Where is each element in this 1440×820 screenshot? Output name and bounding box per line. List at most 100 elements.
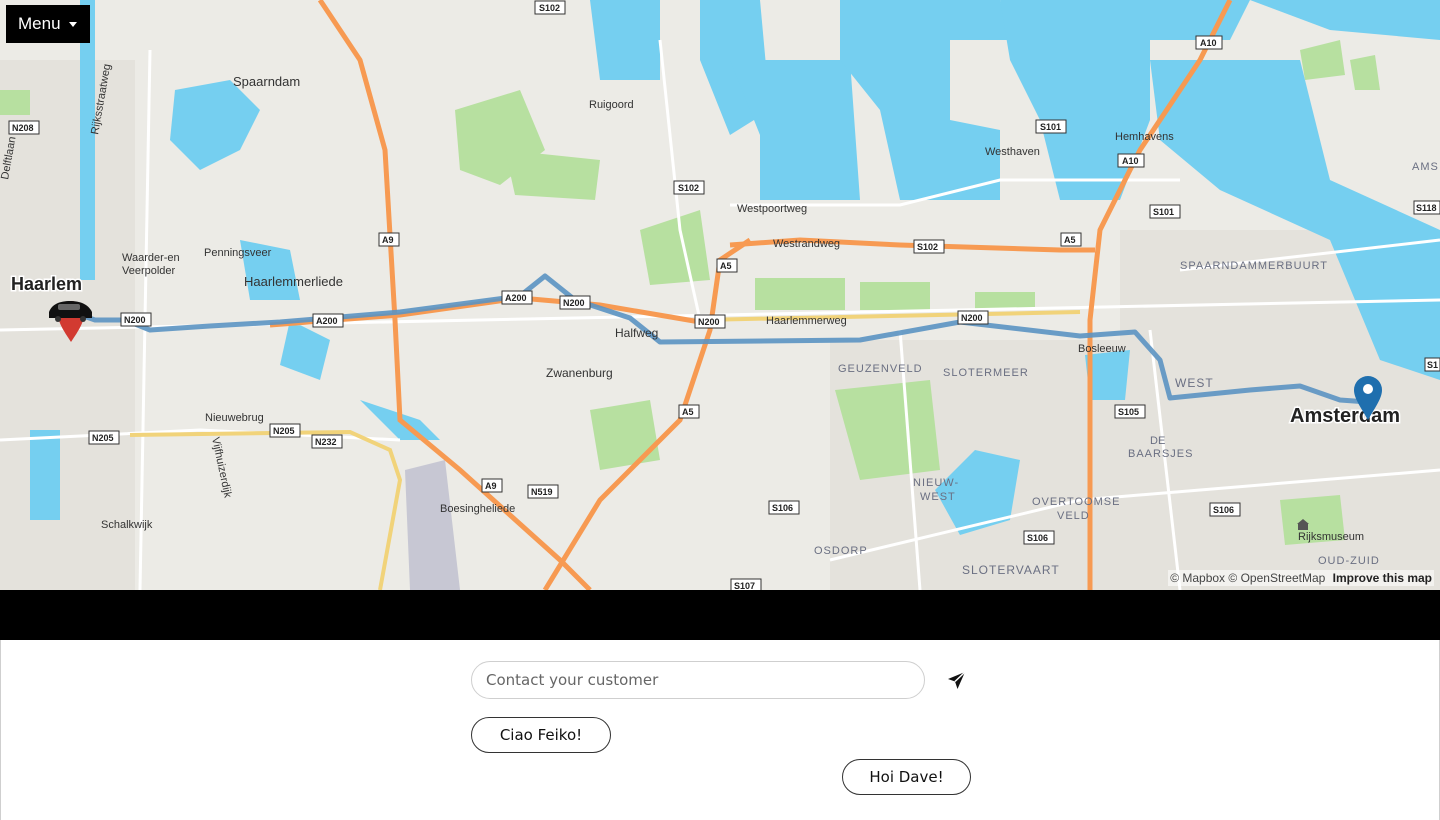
svg-text:S102: S102 bbox=[917, 242, 938, 252]
osm-attribution-link[interactable]: © OpenStreetMap bbox=[1228, 571, 1325, 585]
shield-n208: N208 bbox=[8, 120, 40, 135]
svg-text:S118: S118 bbox=[1416, 203, 1437, 213]
label-rijksmuseum: Rijksmuseum bbox=[1298, 531, 1364, 543]
shield-a5a: A5 bbox=[1060, 232, 1082, 247]
label-osdorp: OSDORP bbox=[814, 545, 868, 557]
menu-label: Menu bbox=[18, 14, 61, 33]
shield-s106a: S106 bbox=[768, 500, 800, 515]
svg-text:A9: A9 bbox=[382, 235, 394, 245]
message-bubble-outgoing: Hoi Dave! bbox=[842, 759, 971, 795]
svg-text:A9: A9 bbox=[485, 481, 497, 491]
svg-text:S102: S102 bbox=[678, 183, 699, 193]
label-spaarndam: Spaarndam bbox=[233, 74, 300, 89]
label-slotermeer: SLOTERMEER bbox=[943, 367, 1029, 379]
shield-s105: S105 bbox=[1114, 404, 1146, 419]
send-button[interactable] bbox=[945, 668, 969, 692]
svg-text:N205: N205 bbox=[92, 433, 114, 443]
map-canvas[interactable]: Haarlem Amsterdam Spaarndam Ruigoord Wes… bbox=[0, 0, 1440, 590]
svg-text:S1: S1 bbox=[1427, 360, 1438, 370]
paper-plane-icon bbox=[948, 671, 966, 689]
svg-text:S106: S106 bbox=[1213, 505, 1234, 515]
svg-text:N200: N200 bbox=[698, 317, 720, 327]
shield-n200d: N200 bbox=[694, 314, 726, 329]
svg-text:N208: N208 bbox=[12, 123, 34, 133]
svg-text:A5: A5 bbox=[1064, 235, 1076, 245]
menu-button[interactable]: Menu bbox=[6, 5, 90, 43]
label-veerpolder: Veerpolder bbox=[122, 265, 176, 277]
svg-text:A200: A200 bbox=[316, 316, 338, 326]
svg-text:S106: S106 bbox=[772, 503, 793, 513]
map-view[interactable]: Haarlem Amsterdam Spaarndam Ruigoord Wes… bbox=[0, 0, 1440, 590]
shield-a200a: A200 bbox=[501, 290, 533, 305]
divider-bar bbox=[0, 590, 1440, 640]
shield-a5b: A5 bbox=[716, 258, 738, 273]
label-slotervaart: SLOTERVAART bbox=[962, 563, 1060, 577]
label-zwanenburg: Zwanenburg bbox=[546, 366, 613, 380]
shield-n200c: N200 bbox=[957, 310, 989, 325]
contact-customer-input[interactable] bbox=[471, 661, 925, 699]
svg-text:S106: S106 bbox=[1027, 533, 1048, 543]
shield-n205b: N205 bbox=[88, 430, 120, 445]
shield-s107: S107 bbox=[730, 578, 762, 590]
label-overtoomse: OVERTOOMSE bbox=[1032, 496, 1120, 508]
svg-text:S107: S107 bbox=[734, 581, 755, 590]
label-west2: WEST bbox=[920, 491, 956, 503]
shield-a10a: A10 bbox=[1195, 35, 1223, 50]
svg-text:A5: A5 bbox=[720, 261, 732, 271]
svg-text:N200: N200 bbox=[124, 315, 146, 325]
label-waarder: Waarder-en bbox=[122, 252, 180, 264]
label-oudzuid: OUD-ZUID bbox=[1318, 555, 1380, 567]
label-de: DE bbox=[1150, 435, 1165, 447]
label-nieuwebrug: Nieuwebrug bbox=[205, 412, 264, 424]
shield-s101b: S101 bbox=[1149, 204, 1181, 219]
label-westrandweg: Westrandweg bbox=[773, 238, 840, 250]
svg-text:S105: S105 bbox=[1118, 407, 1139, 417]
label-geuzenveld: GEUZENVELD bbox=[838, 363, 923, 375]
label-amsterdam: Amsterdam bbox=[1290, 405, 1400, 427]
svg-text:S102: S102 bbox=[539, 3, 560, 13]
shield-a9b: A9 bbox=[481, 478, 503, 493]
shield-n519: N519 bbox=[527, 484, 559, 499]
label-nieuw: NIEUW- bbox=[913, 477, 959, 489]
shield-s102a: S102 bbox=[534, 0, 566, 15]
shield-n200a: N200 bbox=[559, 295, 591, 310]
shield-a9a: A9 bbox=[378, 232, 400, 247]
label-bosleeuw: Bosleeuw bbox=[1078, 343, 1126, 355]
mapbox-attribution-link[interactable]: © Mapbox bbox=[1170, 571, 1225, 585]
label-westhaven: Westhaven bbox=[985, 146, 1040, 158]
shield-s118: S118 bbox=[1413, 200, 1440, 215]
caret-down-icon bbox=[68, 22, 77, 28]
label-haarlemmerweg: Haarlemmerweg bbox=[766, 315, 847, 327]
shield-a10b: A10 bbox=[1117, 153, 1145, 168]
label-baarsjes: BAARSJES bbox=[1128, 448, 1193, 460]
label-haarlem: Haarlem bbox=[11, 274, 82, 294]
label-westpoortweg: Westpoortweg bbox=[737, 203, 807, 215]
shield-s106c: S106 bbox=[1023, 530, 1055, 545]
svg-text:A10: A10 bbox=[1122, 156, 1139, 166]
shield-s101a: S101 bbox=[1035, 119, 1067, 134]
svg-text:S101: S101 bbox=[1040, 122, 1061, 132]
svg-text:N200: N200 bbox=[563, 298, 585, 308]
svg-text:N232: N232 bbox=[315, 437, 337, 447]
shield-a5c: A5 bbox=[678, 404, 700, 419]
label-boesingheliede: Boesingheliede bbox=[440, 503, 515, 515]
svg-text:N200: N200 bbox=[961, 313, 983, 323]
improve-map-link[interactable]: Improve this map bbox=[1333, 571, 1432, 585]
svg-text:A10: A10 bbox=[1200, 38, 1217, 48]
shield-s102c: S102 bbox=[913, 239, 945, 254]
label-penningsveer: Penningsveer bbox=[204, 247, 272, 259]
label-ruigoord: Ruigoord bbox=[589, 99, 634, 111]
label-hemhavens: Hemhavens bbox=[1115, 131, 1174, 143]
svg-text:N519: N519 bbox=[531, 487, 553, 497]
label-haarlemmerliede: Haarlemmerliede bbox=[244, 274, 343, 289]
svg-text:A200: A200 bbox=[505, 293, 527, 303]
label-schalkwijk: Schalkwijk bbox=[101, 519, 153, 531]
shield-s106b: S106 bbox=[1209, 502, 1241, 517]
shield-s102b: S102 bbox=[673, 180, 705, 195]
shield-n200b: N200 bbox=[120, 312, 152, 327]
label-west: WEST bbox=[1175, 376, 1214, 390]
svg-text:N205: N205 bbox=[273, 426, 295, 436]
map-attribution: © Mapbox © OpenStreetMap Improve this ma… bbox=[1168, 570, 1434, 586]
svg-text:A5: A5 bbox=[682, 407, 694, 417]
chat-panel: Ciao Feiko! Hoi Dave! bbox=[0, 640, 1440, 820]
